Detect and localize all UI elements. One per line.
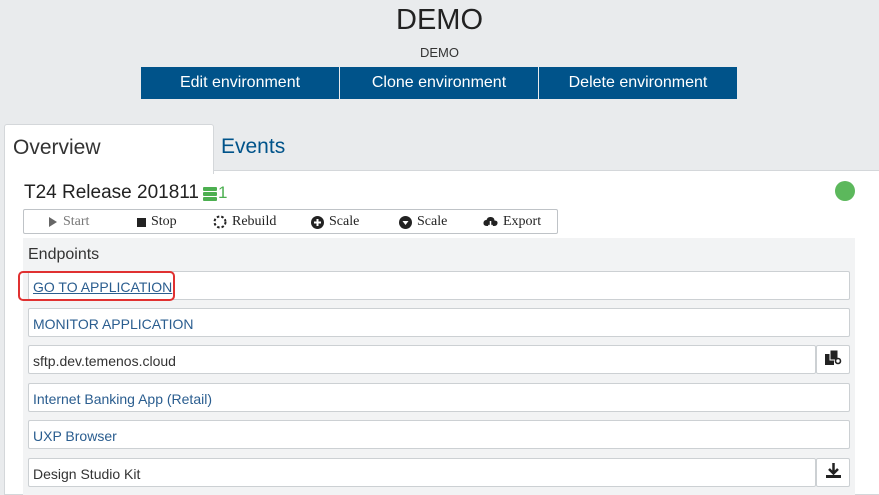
page-title: DEMO xyxy=(396,4,483,36)
rebuild-label: Rebuild xyxy=(232,214,277,229)
uxp-browser-link[interactable]: UXP Browser xyxy=(33,428,117,444)
edit-environment-button[interactable]: Edit environment xyxy=(141,67,340,99)
highlight-box xyxy=(18,271,175,301)
start-button[interactable]: Start xyxy=(48,214,89,230)
delete-environment-button[interactable]: Delete environment xyxy=(539,67,737,99)
sftp-host-text: sftp.dev.temenos.cloud xyxy=(33,353,176,369)
scale-down-button[interactable]: Scale xyxy=(399,214,447,230)
release-action-bar: Start Stop Rebuild Scale Scale Export xyxy=(23,209,558,234)
tab-events[interactable]: Events xyxy=(221,135,285,159)
arrow-down-circle-icon xyxy=(399,215,412,229)
rebuild-button[interactable]: Rebuild xyxy=(213,214,276,230)
endpoint-uxp-browser[interactable]: UXP Browser xyxy=(28,420,850,449)
endpoint-internet-banking[interactable]: Internet Banking App (Retail) xyxy=(28,383,850,412)
cloud-download-icon xyxy=(483,216,498,229)
export-label: Export xyxy=(503,214,542,229)
download-icon xyxy=(825,462,842,484)
design-studio-kit-text: Design Studio Kit xyxy=(33,466,141,482)
environment-header: DEMO DEMO Edit environment Clone environ… xyxy=(0,0,879,120)
endpoints-title: Endpoints xyxy=(28,246,100,263)
scale-down-label: Scale xyxy=(417,214,448,229)
endpoint-monitor-application[interactable]: MONITOR APPLICATION xyxy=(28,308,850,337)
play-icon xyxy=(48,217,58,227)
release-header: T24 Release 201811 1 xyxy=(24,182,227,204)
copy-credentials-button[interactable] xyxy=(816,345,850,374)
environment-actions: Edit environment Clone environment Delet… xyxy=(141,67,737,99)
scale-up-button[interactable]: Scale xyxy=(311,214,359,230)
stop-icon xyxy=(137,217,146,227)
tab-overview[interactable]: Overview xyxy=(4,124,214,174)
plus-circle-icon xyxy=(311,215,324,229)
clone-environment-button[interactable]: Clone environment xyxy=(340,67,539,99)
spinner-icon xyxy=(213,215,227,229)
instance-count: 1 xyxy=(218,183,228,202)
start-label: Start xyxy=(63,214,90,229)
copy-key-icon xyxy=(824,348,842,371)
download-button[interactable] xyxy=(816,458,850,487)
release-title: T24 Release 201811 xyxy=(24,182,199,203)
status-indicator xyxy=(835,181,855,201)
endpoint-design-studio-kit[interactable]: Design Studio Kit xyxy=(28,458,816,487)
endpoint-sftp[interactable]: sftp.dev.temenos.cloud xyxy=(28,345,816,374)
monitor-application-link[interactable]: MONITOR APPLICATION xyxy=(33,316,194,332)
stop-label: Stop xyxy=(151,214,177,229)
scale-up-label: Scale xyxy=(329,214,360,229)
page-subtitle: DEMO xyxy=(420,45,459,60)
stop-button[interactable]: Stop xyxy=(137,214,177,230)
internet-banking-link[interactable]: Internet Banking App (Retail) xyxy=(33,391,212,407)
server-stack-icon xyxy=(203,185,217,201)
export-button[interactable]: Export xyxy=(483,214,541,230)
